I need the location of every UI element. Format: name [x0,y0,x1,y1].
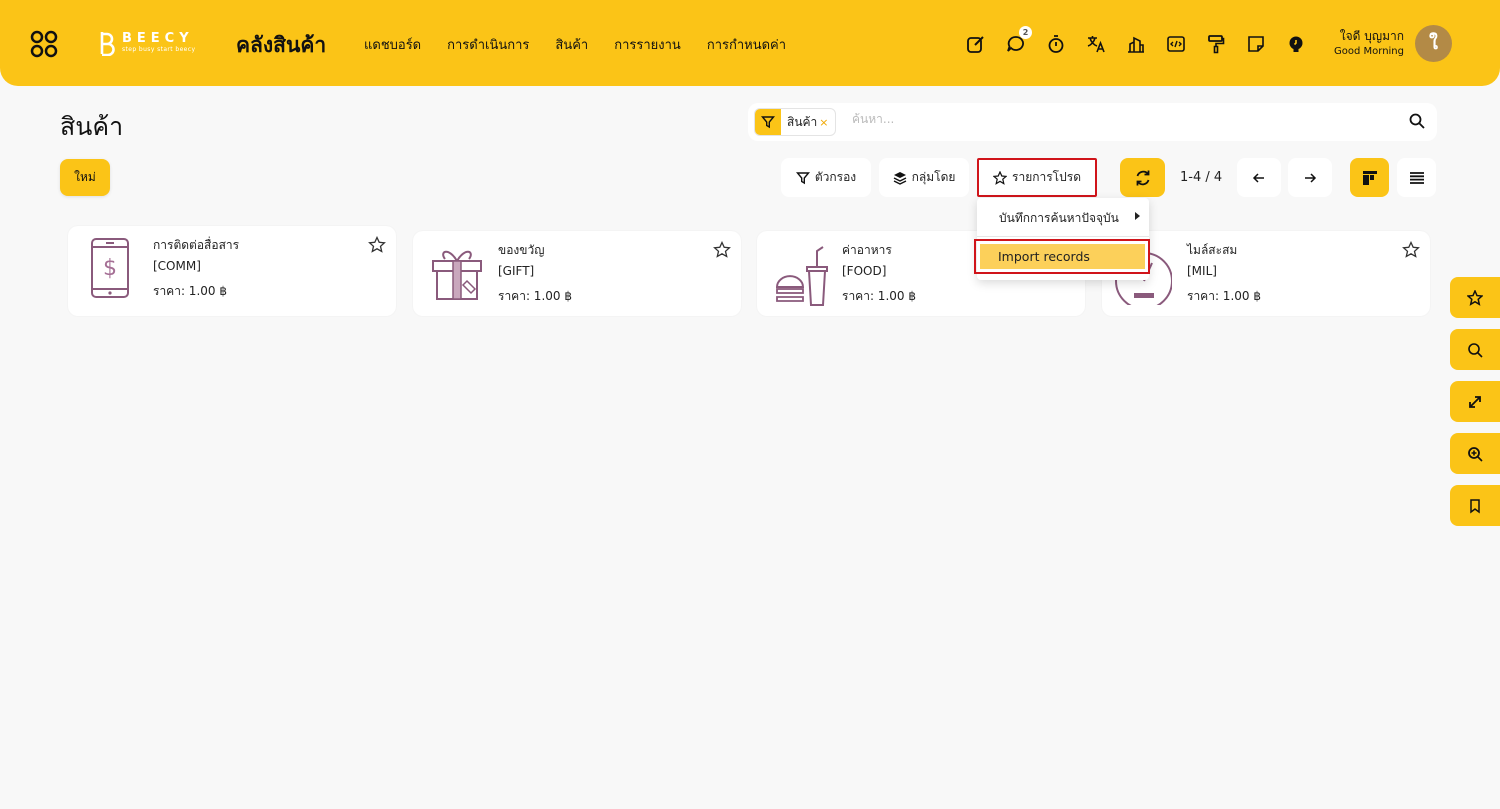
search-icon[interactable] [1409,113,1425,129]
favorite-star-icon[interactable] [368,236,386,254]
brand-tagline: step busy start beecy [122,46,196,53]
expand-icon [1469,395,1481,408]
side-search-button[interactable] [1450,329,1500,370]
brand-logo[interactable]: BEECY step busy start beecy [96,30,195,56]
kanban-view-button[interactable] [1350,158,1389,197]
arrow-right-icon [1305,172,1317,183]
sticky-note-icon[interactable] [1244,32,1268,56]
side-favorites-button[interactable] [1450,277,1500,318]
phone-dollar-icon: $ [91,238,129,298]
menu-item-products[interactable]: สินค้า [555,34,588,55]
refresh-button[interactable] [1120,158,1165,197]
star-icon [1467,289,1483,306]
refresh-icon [1136,170,1149,185]
filter-icon [755,109,781,135]
layers-icon [893,171,906,185]
brand-text: BEECY step busy start beecy [122,32,195,54]
card-name: ไมล์สะสม [1187,243,1238,257]
search-icon [1468,342,1483,358]
pager-next-button[interactable] [1288,158,1332,197]
avatar[interactable]: ใ [1415,25,1452,62]
star-icon [993,170,1008,185]
menu-item-reporting[interactable]: การรายงาน [614,34,681,55]
apps-icon[interactable] [30,30,58,58]
user-name: ใจดี บุญมาก [1339,29,1404,43]
dropdown-divider [977,236,1149,237]
systray: 2 [964,26,1324,56]
card-price: ราคา: 1.00 ฿ [153,284,227,298]
menu-item-dashboard[interactable]: แดชบอร์ด [364,34,421,55]
save-current-search-item[interactable]: บันทึกการค้นหาปัจจุบัน [999,209,1119,228]
list-view-button[interactable] [1397,158,1436,197]
card-name: การติดต่อสื่อสาร [153,238,240,252]
filter-button[interactable]: ตัวกรอง [781,158,871,197]
caret-right-icon [1135,212,1140,220]
paint-roller-icon[interactable] [1204,32,1228,56]
card-name: ของขวัญ [498,243,545,257]
import-records-outline: Import records [974,239,1150,274]
card-price: ราคา: 1.00 ฿ [842,289,916,303]
page-title: สินค้า [60,112,124,141]
food-icon [775,246,828,306]
facet-remove-button[interactable]: × [819,116,834,129]
translate-icon[interactable] [1084,32,1108,56]
card-price: ราคา: 1.00 ฿ [498,289,572,303]
stopwatch-icon[interactable] [1044,32,1068,56]
main-menu: แดชบอร์ด การดำเนินการ สินค้า การรายงาน ก… [364,34,812,55]
list-icon [1409,171,1424,184]
group-by-label: กลุ่มโดย [911,170,956,184]
kanban-icon [1362,170,1377,185]
company-icon[interactable] [1124,32,1148,56]
side-zoom-button[interactable] [1450,433,1500,474]
card-code: [COMM] [153,259,201,273]
favorites-label: รายการโปรด [1012,170,1081,184]
search-input[interactable] [852,112,1372,126]
filter-icon [795,171,810,184]
edit-note-icon[interactable] [964,32,988,56]
brand-name: BEECY [122,31,194,46]
side-expand-button[interactable] [1450,381,1500,422]
menu-item-configuration[interactable]: การกำหนดค่า [707,34,786,55]
arrow-left-icon [1252,172,1264,183]
favorites-button[interactable]: รายการโปรด [977,158,1097,197]
side-bookmark-button[interactable] [1450,485,1500,526]
gift-icon [432,250,482,300]
app-title[interactable]: คลังสินค้า [236,29,326,62]
product-card[interactable]: $ การติดต่อสื่อสาร [COMM] ราคา: 1.00 ฿ [68,226,396,316]
new-button[interactable]: ใหม่ [60,159,110,196]
product-card[interactable]: ของขวัญ [GIFT] ราคา: 1.00 ฿ [413,231,741,316]
chat-icon[interactable]: 2 [1004,26,1032,56]
user-greeting: Good Morning [1334,46,1404,57]
card-name: ค่าอาหาร [842,243,892,257]
menu-item-operations[interactable]: การดำเนินการ [447,34,529,55]
card-code: [GIFT] [498,264,535,278]
card-code: [MIL] [1187,264,1217,278]
search-facet: สินค้า × [754,108,836,136]
favorites-dropdown: บันทึกการค้นหาปัจจุบัน Import records [974,198,1150,280]
top-bar: BEECY step busy start beecy คลังสินค้า แ… [0,0,1500,86]
facet-label: สินค้า [787,114,818,129]
beecy-logo-icon [100,32,115,56]
chat-badge: 2 [1019,26,1032,39]
code-icon[interactable] [1164,32,1188,56]
group-by-button[interactable]: กลุ่มโดย [879,158,969,197]
pager-previous-button[interactable] [1237,158,1281,197]
bookmark-icon [1470,498,1480,513]
card-code: [FOOD] [842,264,887,278]
user-menu[interactable]: ใจดี บุญมาก Good Morning [1334,28,1404,60]
favorite-star-icon[interactable] [1402,241,1420,259]
pager-value[interactable]: 1-4 / 4 [1180,170,1222,185]
product-card[interactable]: ไมล์สะสม [MIL] ราคา: 1.00 ฿ [1102,231,1430,316]
zoom-in-icon [1468,446,1483,462]
lightbulb-icon[interactable] [1284,32,1308,56]
card-price: ราคา: 1.00 ฿ [1187,289,1261,303]
svg-text:$: $ [103,256,117,281]
favorite-star-icon[interactable] [713,241,731,259]
filter-label: ตัวกรอง [814,170,857,184]
import-records-item[interactable]: Import records [980,244,1145,269]
search-bar: สินค้า × [748,103,1437,141]
